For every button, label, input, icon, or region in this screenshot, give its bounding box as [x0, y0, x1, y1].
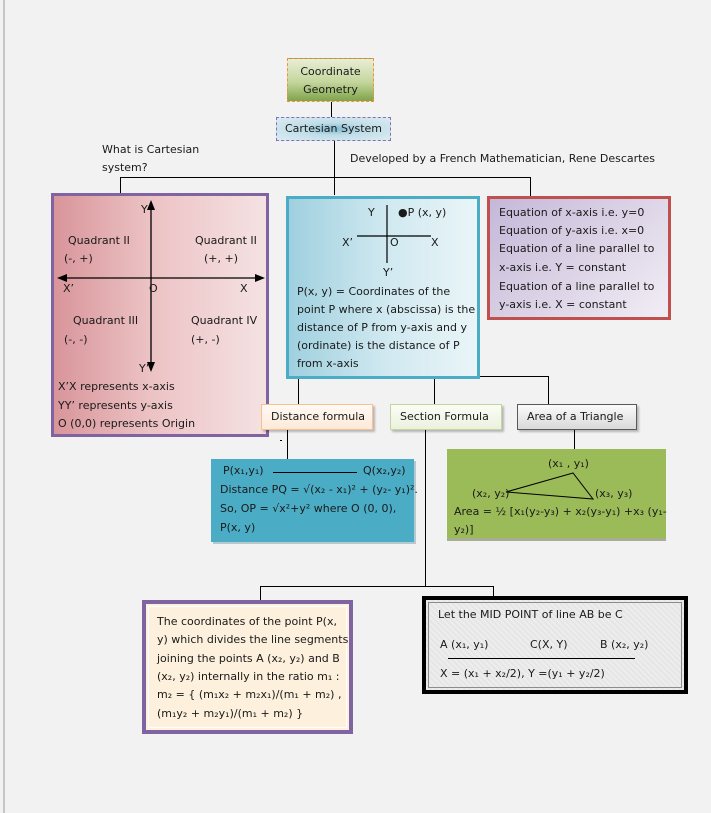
triangle-vertex-3: (x₃, y₃) [595, 487, 633, 500]
section-line-3: joining the points A (x₂, y₂) and B [157, 652, 340, 665]
distance-formula-line-3: P(x, y) [220, 521, 256, 534]
origin-label: O [149, 282, 158, 295]
point-desc-line-3: distance of P from y-axis and y [297, 321, 467, 334]
section-line-6: (m₁y₂ + m₂y₁)/(m₁ + m₂) } [157, 707, 304, 720]
midpoint-formula: X = (x₁ + x₂/2), Y =(y₁ + y₂/2) [440, 667, 605, 680]
root-node-line2: Geometry [303, 83, 358, 96]
equation-line-6: y-axis i.e. X = constant [499, 298, 627, 311]
point-x-label: X [431, 236, 439, 249]
equation-line-5: Equation of a line parallel to [499, 280, 655, 293]
line-equations-box: Equation of x-axis i.e. y=0 Equation of … [487, 196, 671, 320]
triangle-area-box: (x₁ , y₁) (x₂, y₂) (x₃, y₃) Area = ½ [x₁… [447, 449, 667, 538]
section-line-5: m₂ = { (m₁x₂ + m₂x₁)/(m₁ + m₂) , [157, 688, 342, 701]
quadrant-iv-name: Quadrant IV [191, 314, 258, 327]
quadrant-note-1: X’X represents x-axis [58, 380, 175, 393]
topic-section-formula: Section Formula [390, 404, 502, 430]
cartesian-label: Cartesian System [284, 122, 383, 135]
section-line-1: The coordinates of the point P(x, [157, 615, 337, 628]
root-node-line1: Coordinate [300, 65, 361, 78]
page-left-edge [3, 0, 5, 813]
section-line-2: y) which divides the line segments [157, 633, 349, 646]
equation-line-2: Equation of y-axis i.e. x=0 [499, 224, 645, 237]
quadrant-note-3: O (0,0) represents Origin [58, 417, 196, 430]
point-y-label: Y [368, 206, 375, 219]
question-line1: What is Cartesian [102, 143, 200, 156]
quadrant-i-signs: (+, +) [204, 252, 239, 265]
point-y-prime-label: Y’ [383, 266, 394, 279]
point-x-prime-label: X’ [342, 236, 354, 249]
distance-formula-line-2: So, OP = √x²+y² where O (0, 0), [220, 502, 397, 515]
quadrant-note-2: YY’ represents y-axis [58, 399, 173, 412]
midpoint-title: Let the MID POINT of line AB be C [438, 608, 623, 621]
area-formula-line-1: Area = ½ [x₁(y₂-y₃) + x₂(y₃-y₁) +x₃ (y₁- [454, 505, 667, 518]
y-prime-label: Y’ [139, 362, 150, 375]
developer-note: Developed by a French Mathematician, Ren… [350, 152, 655, 165]
question-line2: system? [102, 161, 148, 174]
midpoint-b-label: B (x₂, y₂) [600, 638, 649, 651]
midpoint-c-label: C(X, Y) [530, 638, 568, 651]
x-arrow-right-icon [255, 274, 265, 282]
area-formula-line-2: y₂)] [454, 523, 474, 536]
quadrant-i-name: Quadrant II [195, 234, 257, 247]
distance-p-label: P(x₁,y₁) [223, 464, 264, 477]
midpoint-a-label: A (x₁, y₁) [440, 638, 489, 651]
x-label: X [240, 282, 248, 295]
distance-segment-line [273, 472, 357, 473]
midpoint-box: Let the MID POINT of line AB be C A (x₁,… [422, 596, 688, 694]
quadrant-ii-name: Quadrant II [68, 234, 130, 247]
topic-area-of-triangle: Area of a Triangle [517, 404, 637, 430]
distance-formula-line-1: Distance PQ = √(x₂ - x₁)² + (y₂- y₁)². [220, 483, 418, 496]
triangle-shape [505, 472, 595, 500]
equation-line-4: x-axis i.e. Y = constant [499, 261, 627, 274]
node-cartesian-system: Cartesian System [276, 117, 391, 141]
x-prime-label: X’ [63, 282, 75, 295]
point-p-label: ●P (x, y) [398, 206, 447, 219]
quadrant-ii-signs: (-, +) [64, 252, 93, 265]
quadrant-iii-name: Quadrant III [73, 314, 139, 327]
x-arrow-left-icon [57, 274, 67, 282]
y-arrow-up-icon [147, 200, 155, 210]
point-desc-line-1: P(x, y) = Coordinates of the [297, 285, 451, 298]
equation-line-1: Equation of x-axis i.e. y=0 [499, 206, 645, 219]
point-origin-label: O [390, 236, 399, 249]
root-node-coordinate-geometry: Coordinate Geometry [287, 58, 374, 102]
point-desc-line-4: (ordinate) is the distance of P [297, 339, 460, 352]
midpoint-segment-line [448, 658, 635, 659]
triangle-vertex-1: (x₁ , y₁) [548, 457, 589, 470]
triangle-vertex-2: (x₂, y₂) [472, 487, 510, 500]
point-desc-line-5: from x-axis [297, 357, 359, 370]
equation-line-3: Equation of a line parallel to [499, 242, 655, 255]
topic-distance-formula: Distance formula [261, 404, 373, 430]
quadrant-iv-signs: (+, -) [191, 333, 220, 346]
y-label: Y [141, 203, 148, 216]
point-coordinates-box: Y ●P (x, y) X’ O X Y’ P(x, y) = Coordina… [286, 196, 480, 379]
section-formula-box: The coordinates of the point P(x, y) whi… [142, 600, 353, 734]
point-desc-line-2: point P where x (abscissa) is the [297, 303, 476, 316]
quadrants-box: Y Quadrant II (-, +) Quadrant II (+, +) … [51, 193, 269, 437]
section-line-4: (x₂, y₂) internally in the ratio m₁ : [157, 670, 340, 683]
quadrant-iii-signs: (-, -) [64, 333, 88, 346]
distance-q-label: Q(x₂,y₂) [363, 464, 406, 477]
distance-formula-box: P(x₁,y₁) Q(x₂,y₂) Distance PQ = √(x₂ - x… [211, 459, 418, 542]
